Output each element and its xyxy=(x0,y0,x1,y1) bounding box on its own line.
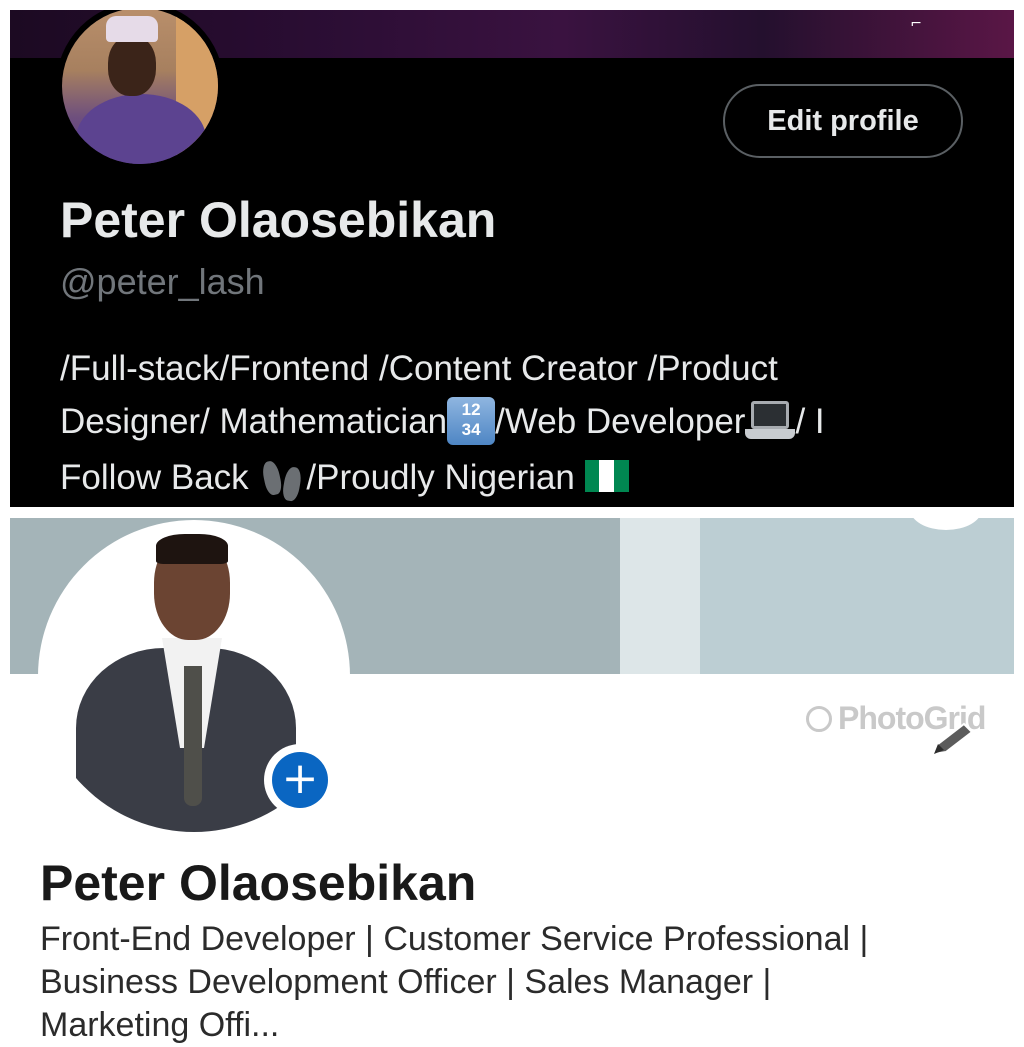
bio-line-2: Designer/ Mathematician 12 34/Web Develope… xyxy=(60,395,960,451)
add-photo-button[interactable]: + xyxy=(264,744,336,816)
edit-pencil-icon[interactable] xyxy=(930,720,978,758)
bio-line-1: /Full-stack/Frontend /Content Creator /P… xyxy=(60,349,778,388)
plus-icon: + xyxy=(272,752,328,808)
emoji-digits-bottom: 34 xyxy=(461,419,481,439)
headline-line-2: Business Development Officer | Sales Man… xyxy=(40,963,772,1001)
bio-text: Follow Back xyxy=(60,457,259,497)
profile-avatar[interactable] xyxy=(56,10,224,170)
bio-text: / I xyxy=(795,402,825,441)
profile-name: Peter Olaosebikan xyxy=(60,192,497,248)
bio-text: /Proudly Nigerian xyxy=(306,457,585,497)
photogrid-logo-icon xyxy=(806,706,832,732)
laptop-emoji-icon xyxy=(745,399,796,443)
bio-line-3: Follow Back /Proudly Nigerian xyxy=(60,451,960,507)
linkedin-headline: Front-End Developer | Customer Service P… xyxy=(40,918,1000,1047)
profile-handle: @peter_lash xyxy=(60,261,265,302)
emoji-digits-top: 12 xyxy=(461,399,481,419)
footprints-emoji-icon xyxy=(258,453,306,502)
input-numbers-emoji-icon: 12 34 xyxy=(447,396,496,445)
bio-text: Designer/ Mathematician xyxy=(60,402,448,441)
linkedin-profile-name: Peter Olaosebikan xyxy=(40,855,477,911)
edit-profile-button[interactable]: Edit profile xyxy=(723,84,963,158)
twitter-profile-panel: ⌐ Edit profile Peter Olaosebikan @peter_… xyxy=(10,10,1014,507)
banner-mark-icon: ⌐ xyxy=(910,16,922,32)
avatar-photo xyxy=(62,10,218,164)
edit-profile-label: Edit profile xyxy=(767,104,919,137)
nigeria-flag-icon xyxy=(584,459,629,492)
profile-bio: /Full-stack/Frontend /Content Creator /P… xyxy=(60,342,960,507)
bio-text: /Web Developer xyxy=(495,402,746,441)
headline-line-3: Marketing Offi... xyxy=(40,1006,280,1044)
headline-line-1: Front-End Developer | Customer Service P… xyxy=(40,920,869,958)
